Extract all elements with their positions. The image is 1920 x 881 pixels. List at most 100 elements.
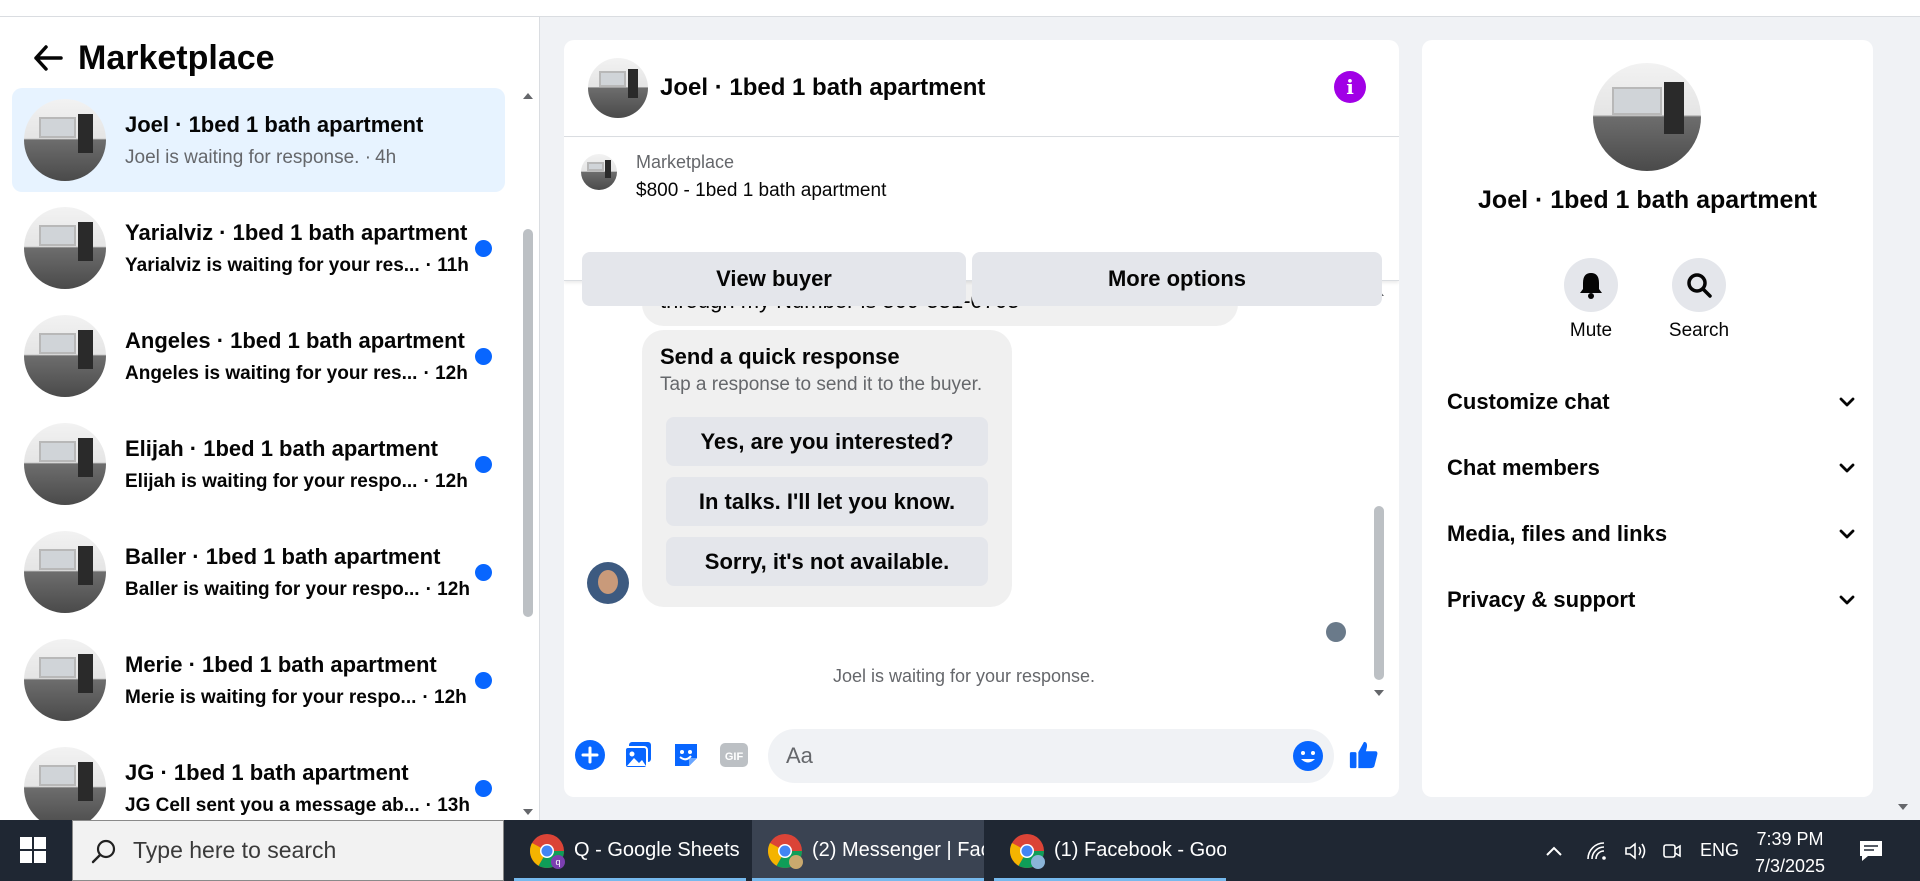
- conversation-name: Angeles · 1bed 1 bath apartment: [125, 327, 465, 353]
- conversation-name: Elijah · 1bed 1 bath apartment: [125, 435, 438, 461]
- customize-chat-section[interactable]: Customize chat: [1447, 382, 1857, 422]
- conversation-item[interactable]: Yarialviz · 1bed 1 bath apartment Yarial…: [12, 196, 505, 300]
- conversation-item[interactable]: Baller · 1bed 1 bath apartment Baller is…: [12, 520, 505, 624]
- sender-avatar: [587, 562, 629, 604]
- message-input-wrapper: [768, 729, 1334, 783]
- conversation-time: · 12h: [423, 470, 468, 492]
- unread-dot: [475, 348, 492, 365]
- waiting-status: Joel is waiting for your response.: [832, 666, 1096, 686]
- quick-response-subtitle: Tap a response to send it to the buyer.: [660, 374, 983, 395]
- quick-response-button[interactable]: Sorry, it's not available.: [666, 537, 988, 586]
- profile-name: Joel · 1bed 1 bath apartment: [1478, 186, 1817, 214]
- media-files-links-section[interactable]: Media, files and links: [1447, 514, 1857, 554]
- chrome-icon: [1010, 833, 1045, 869]
- chevron-up-icon[interactable]: [1544, 844, 1564, 858]
- conversation-name: Merie · 1bed 1 bath apartment: [125, 651, 437, 677]
- conversation-item[interactable]: Elijah · 1bed 1 bath apartment Elijah is…: [12, 412, 505, 516]
- conversation-avatar: [24, 531, 106, 613]
- sticker-icon[interactable]: [670, 739, 702, 771]
- info-icon[interactable]: i: [1334, 71, 1366, 103]
- section-label: Chat members: [1447, 455, 1600, 480]
- chat-members-section[interactable]: Chat members: [1447, 448, 1857, 488]
- windows-start-icon[interactable]: [20, 837, 46, 863]
- volume-icon[interactable]: [1624, 841, 1648, 861]
- chat-scrollbar-thumb[interactable]: [1374, 506, 1384, 680]
- message-composer: GIF: [564, 722, 1399, 792]
- network-icon[interactable]: [1586, 841, 1608, 861]
- chat-scrollbar[interactable]: [1372, 282, 1386, 712]
- meet-now-icon[interactable]: [1662, 841, 1682, 861]
- conversation-time: · 13h: [425, 794, 470, 816]
- read-receipt-avatar: [1326, 622, 1346, 642]
- conversation-time: · 11h: [425, 254, 469, 276]
- task-label: (2) Messenger | Fac...: [812, 839, 984, 861]
- chrome-icon: [768, 833, 803, 869]
- quick-response-button[interactable]: Yes, are you interested?: [666, 417, 988, 466]
- section-label: Customize chat: [1447, 389, 1610, 414]
- search-button[interactable]: Search: [1659, 258, 1739, 342]
- chat-info-panel: Joel · 1bed 1 bath apartment Mute Search…: [1422, 40, 1873, 797]
- product-thumbnail: [581, 154, 617, 190]
- chrome-icon: q: [530, 833, 565, 869]
- bell-icon: [1564, 258, 1618, 312]
- system-tray: ENG: [1544, 820, 1739, 881]
- mute-button[interactable]: Mute: [1551, 258, 1631, 342]
- chat-title[interactable]: Joel · 1bed 1 bath apartment: [660, 74, 985, 102]
- task-label: Q - Google Sheets -...: [574, 839, 746, 861]
- chevron-down-icon: [1839, 595, 1855, 605]
- view-buyer-button[interactable]: View buyer: [582, 252, 966, 306]
- page-scroll-down-arrow[interactable]: [1896, 800, 1910, 819]
- chat-avatar[interactable]: [588, 58, 648, 118]
- emoji-icon[interactable]: [1292, 740, 1324, 772]
- conversation-item[interactable]: JG · 1bed 1 bath apartment JG Cell sent …: [12, 736, 505, 820]
- taskbar-app-sheets[interactable]: q Q - Google Sheets -...: [514, 820, 746, 881]
- product-price[interactable]: $800 - 1bed 1 bath apartment: [636, 180, 886, 202]
- svg-text:GIF: GIF: [725, 751, 744, 763]
- conversation-snippet: Elijah is waiting for your respo...: [125, 470, 418, 492]
- search-icon: [91, 839, 116, 863]
- conversation-item[interactable]: Joel · 1bed 1 bath apartment Joel is wai…: [12, 88, 505, 192]
- list-scrollbar[interactable]: [521, 89, 535, 819]
- conversation-item[interactable]: Merie · 1bed 1 bath apartment Merie is w…: [12, 628, 505, 732]
- quick-response-title: Send a quick response: [660, 344, 900, 369]
- page-title: Marketplace: [78, 38, 275, 77]
- notification-icon[interactable]: [1858, 838, 1884, 864]
- profile-avatar[interactable]: [1593, 63, 1701, 171]
- taskbar-search-box[interactable]: Type here to search: [72, 820, 504, 881]
- conversation-name: JG · 1bed 1 bath apartment: [125, 759, 409, 785]
- gif-icon[interactable]: GIF: [718, 739, 750, 771]
- marketplace-product-banner: Marketplace $800 - 1bed 1 bath apartment…: [564, 138, 1399, 306]
- back-arrow-icon[interactable]: [30, 40, 66, 76]
- taskbar-app-facebook[interactable]: (1) Facebook - Goo...: [994, 820, 1226, 881]
- conversation-avatar: [24, 423, 106, 505]
- conversation-name: Yarialviz · 1bed 1 bath apartment: [125, 219, 468, 245]
- mute-label: Mute: [1569, 320, 1613, 341]
- quick-response-button[interactable]: In talks. I'll let you know.: [666, 477, 988, 526]
- unread-dot: [475, 240, 492, 257]
- clock-date: 7/3/2025: [1754, 856, 1826, 876]
- unread-dot: [475, 564, 492, 581]
- more-options-button[interactable]: More options: [972, 252, 1382, 306]
- system-clock[interactable]: 7:39 PM 7/3/2025: [1720, 826, 1860, 880]
- section-label: Privacy & support: [1447, 587, 1636, 612]
- taskbar-app-messenger[interactable]: (2) Messenger | Fac...: [752, 820, 984, 881]
- conversation-avatar: [24, 207, 106, 289]
- section-label: Media, files and links: [1447, 521, 1668, 546]
- svg-text:q: q: [555, 857, 560, 867]
- like-icon[interactable]: [1348, 739, 1380, 771]
- message-input[interactable]: [768, 729, 1268, 783]
- list-scrollbar-thumb[interactable]: [523, 229, 533, 617]
- conversation-item[interactable]: Angeles · 1bed 1 bath apartment Angeles …: [12, 304, 505, 408]
- conversation-time: · 12h: [425, 578, 470, 600]
- task-label: (1) Facebook - Goo...: [1054, 839, 1226, 861]
- unread-dot: [475, 672, 492, 689]
- conversation-snippet: Merie is waiting for your respo...: [125, 686, 417, 708]
- photo-icon[interactable]: [622, 739, 654, 771]
- plus-icon[interactable]: [574, 739, 606, 771]
- chevron-down-icon: [1839, 397, 1855, 407]
- conversation-list-panel: Marketplace Joel · 1bed 1 bath apartment…: [0, 17, 540, 820]
- privacy-support-section[interactable]: Privacy & support: [1447, 580, 1857, 620]
- search-label: Search: [1668, 320, 1730, 341]
- chat-panel: Joel · 1bed 1 bath apartment i Marketpla…: [564, 40, 1399, 797]
- conversation-snippet: Yarialviz is waiting for your res...: [125, 254, 420, 276]
